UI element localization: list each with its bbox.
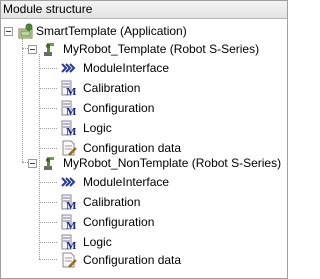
logic-module-icon: M <box>61 234 77 250</box>
collapse-toggle[interactable] <box>4 27 13 36</box>
tree-node-module-interface[interactable]: ModuleInterface <box>1 173 287 191</box>
tree-node-robot[interactable]: MyRobot_Template (Robot S-Series) <box>1 40 287 58</box>
configuration-module-icon: M <box>61 100 77 116</box>
calibration-module-icon: M <box>61 194 77 210</box>
svg-text:M: M <box>66 200 77 210</box>
tree-node-logic[interactable]: M Logic <box>1 119 287 137</box>
tree-node-root[interactable]: SmartTemplate (Application) <box>1 22 287 40</box>
svg-text:M: M <box>66 126 77 136</box>
tree-node-label: SmartTemplate (Application) <box>36 24 187 38</box>
calibration-module-icon: M <box>61 80 77 96</box>
tree-node-label: Calibration <box>83 81 141 95</box>
tree-node-label: Calibration <box>83 195 141 209</box>
tree-node-label: ModuleInterface <box>83 175 170 189</box>
tree-node-label: Configuration <box>83 215 155 229</box>
collapse-toggle[interactable] <box>28 159 37 168</box>
svg-text:M: M <box>66 240 77 250</box>
module-interface-icon <box>61 177 76 187</box>
tree-node-label: Logic <box>83 235 112 249</box>
tree-node-label: MyRobot_NonTemplate (Robot S-Series) <box>63 156 282 170</box>
robot-icon <box>44 43 54 56</box>
collapse-toggle[interactable] <box>28 45 37 54</box>
logic-module-icon: M <box>61 120 77 136</box>
panel-header: Module structure <box>1 1 287 19</box>
tree-node-label: Configuration data <box>83 253 182 267</box>
tree-node-label: Logic <box>83 121 112 135</box>
module-interface-icon <box>61 63 76 73</box>
tree-node-module-interface[interactable]: ModuleInterface <box>1 59 287 77</box>
svg-text:M: M <box>66 86 77 96</box>
robot-icon <box>44 157 54 170</box>
tree-node-label: Configuration <box>83 101 155 115</box>
tree-node-label: Configuration data <box>83 141 182 155</box>
application-icon <box>18 23 33 39</box>
svg-text:M: M <box>66 106 77 116</box>
tree-node-configuration-data[interactable]: Configuration data <box>1 251 287 269</box>
tree-node-calibration[interactable]: M Calibration <box>1 193 287 211</box>
configuration-data-icon <box>62 252 77 268</box>
tree-node-configuration[interactable]: M Configuration <box>1 213 287 231</box>
tree-node-robot[interactable]: MyRobot_NonTemplate (Robot S-Series) <box>1 154 287 172</box>
tree-node-label: MyRobot_Template (Robot S-Series) <box>63 42 260 56</box>
module-structure-panel: Module structure SmartTemplate (Applicat… <box>0 0 288 279</box>
tree-node-calibration[interactable]: M Calibration <box>1 79 287 97</box>
svg-text:M: M <box>66 220 77 230</box>
panel-title: Module structure <box>3 2 93 16</box>
tree-node-logic[interactable]: M Logic <box>1 233 287 251</box>
tree-node-configuration[interactable]: M Configuration <box>1 99 287 117</box>
tree-node-label: ModuleInterface <box>83 61 170 75</box>
configuration-module-icon: M <box>61 214 77 230</box>
